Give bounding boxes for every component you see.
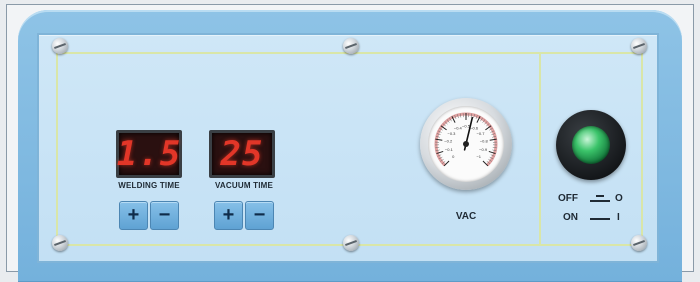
gauge-scale-label: 0 bbox=[452, 154, 455, 159]
gauge-scale-label: −0.1 bbox=[445, 147, 454, 152]
screw-icon bbox=[631, 235, 647, 251]
switch-off-label: OFF bbox=[558, 193, 578, 204]
switch-on-symbol-icon bbox=[590, 218, 610, 220]
gauge-label: VAC bbox=[446, 211, 486, 222]
switch-on-label: ON bbox=[563, 212, 578, 223]
gauge-scale-label: −0.8 bbox=[480, 139, 489, 144]
gauge-scale-label: −0.6 bbox=[470, 125, 479, 130]
panel-divider bbox=[539, 54, 541, 244]
gauge-dial: 0−0.1−0.2−0.3−0.4−0.5−0.6−0.7−0.8−0.9−1 bbox=[428, 106, 504, 182]
vacuum-time-display: 25 bbox=[209, 130, 275, 178]
vacuum-gauge: 0−0.1−0.2−0.3−0.4−0.5−0.6−0.7−0.8−0.9−1 bbox=[420, 98, 512, 190]
screw-icon bbox=[631, 38, 647, 54]
switch-lamp-icon bbox=[572, 126, 610, 164]
gauge-scale-label: −0.7 bbox=[477, 131, 486, 136]
gauge-face: 0−0.1−0.2−0.3−0.4−0.5−0.6−0.7−0.8−0.9−1 bbox=[428, 106, 504, 182]
vacuum-time-value: 25 bbox=[221, 134, 264, 174]
switch-on-state: I bbox=[617, 212, 620, 223]
gauge-scale-label: −0.9 bbox=[479, 147, 488, 152]
gauge-hub bbox=[463, 141, 469, 147]
welding-time-display: 1.5 bbox=[116, 130, 182, 178]
vacuum-time-minus-button[interactable]: − bbox=[245, 201, 274, 230]
welding-time-minus-button[interactable]: − bbox=[150, 201, 179, 230]
welding-time-value: 1.5 bbox=[117, 134, 181, 174]
gauge-scale-label: −0.2 bbox=[444, 139, 453, 144]
screw-icon bbox=[52, 38, 68, 54]
gauge-scale-label: −1 bbox=[476, 154, 481, 159]
switch-off-state: O bbox=[615, 193, 623, 204]
gauge-scale-label: −0.3 bbox=[447, 131, 456, 136]
screw-icon bbox=[343, 38, 359, 54]
power-switch[interactable] bbox=[556, 110, 626, 180]
screw-icon bbox=[343, 235, 359, 251]
welding-time-plus-button[interactable]: + bbox=[119, 201, 148, 230]
welding-time-label: WELDING TIME bbox=[104, 181, 194, 190]
vacuum-time-plus-button[interactable]: + bbox=[214, 201, 243, 230]
vacuum-time-label: VACUUM TIME bbox=[199, 181, 289, 190]
screw-icon bbox=[52, 235, 68, 251]
